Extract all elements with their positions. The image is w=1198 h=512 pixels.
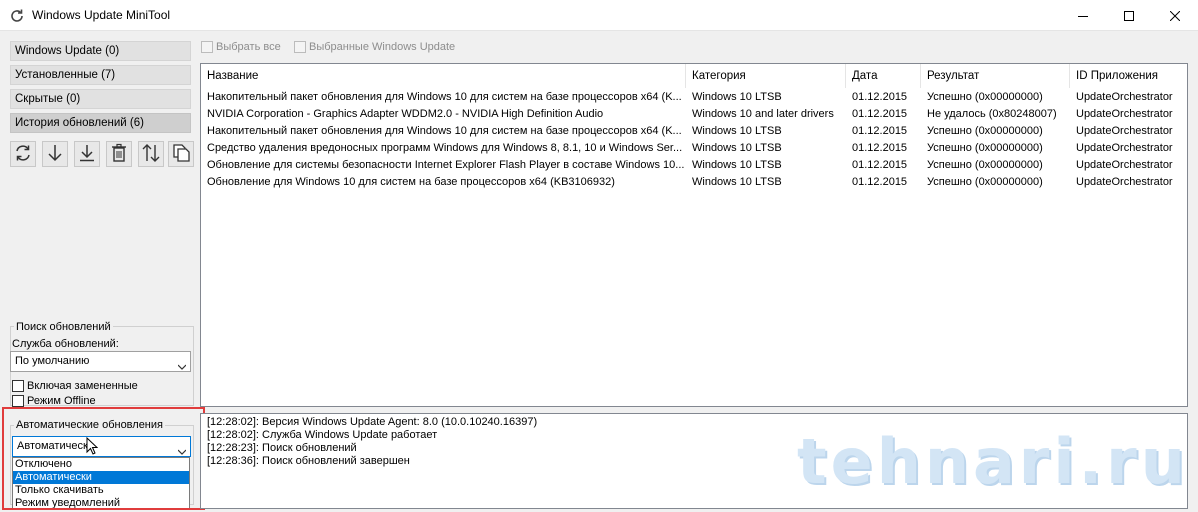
dropdown-option-notify[interactable]: Режим уведомлений [13, 497, 189, 510]
select-all-checkbox[interactable] [201, 41, 213, 53]
log-line: [12:28:36]: Поиск обновлений завершен [207, 455, 410, 467]
maximize-button[interactable] [1106, 0, 1152, 31]
include-replaced-label: Включая замененные [27, 380, 138, 392]
cell-result: Успешно (0x00000000) [927, 91, 1043, 103]
cell-category: Windows 10 LTSB [692, 91, 782, 103]
column-header-name[interactable]: Название [201, 64, 686, 88]
cell-date: 01.12.2015 [852, 108, 908, 120]
maximize-icon [1124, 10, 1134, 21]
close-icon [1170, 10, 1180, 21]
cell-result: Успешно (0x00000000) [927, 176, 1043, 188]
sidebar-item-hidden[interactable]: Скрытые (0) [10, 89, 191, 109]
cell-app-id: UpdateOrchestrator [1076, 142, 1173, 154]
cell-date: 01.12.2015 [852, 91, 908, 103]
cell-name: Обновление для Windows 10 для систем на … [207, 176, 615, 188]
cell-category: Windows 10 LTSB [692, 176, 782, 188]
sidebar-item-installed[interactable]: Установленные (7) [10, 65, 191, 85]
refresh-icon [13, 143, 33, 166]
cell-app-id: UpdateOrchestrator [1076, 108, 1173, 120]
cell-category: Windows 10 LTSB [692, 142, 782, 154]
selected-updates-label: Выбранные Windows Update [309, 41, 456, 53]
download-button[interactable] [42, 141, 68, 167]
cell-date: 01.12.2015 [852, 176, 908, 188]
cell-date: 01.12.2015 [852, 142, 908, 154]
log-panel: [12:28:02]: Версия Windows Update Agent:… [200, 413, 1188, 509]
table-row[interactable]: Средство удаления вредоносных программ W… [201, 140, 1187, 157]
install-button[interactable] [74, 141, 100, 167]
delete-button[interactable] [106, 141, 132, 167]
dropdown-option-automatic[interactable]: Автоматически [13, 471, 189, 484]
select-all-label: Выбрать все [216, 41, 281, 53]
service-select[interactable]: По умолчанию [10, 351, 191, 372]
column-header-date[interactable]: Дата [846, 64, 921, 88]
cell-name: Накопительный пакет обновления для Windo… [207, 125, 682, 137]
offline-mode-label: Режим Offline [27, 395, 96, 407]
table-row[interactable]: Обновление для Windows 10 для систем на … [201, 174, 1187, 191]
refresh-button[interactable] [10, 141, 36, 167]
cell-category: Windows 10 LTSB [692, 159, 782, 171]
cell-name: Обновление для системы безопасности Inte… [207, 159, 685, 171]
auto-updates-select[interactable]: Автоматически [12, 436, 191, 457]
watermark: tehnari.ru [797, 425, 1189, 498]
offline-mode-checkbox[interactable] [12, 395, 24, 407]
service-label: Служба обновлений: [12, 338, 119, 350]
column-header-app-id[interactable]: ID Приложения [1070, 64, 1187, 88]
service-value: По умолчанию [15, 355, 90, 367]
cell-app-id: UpdateOrchestrator [1076, 125, 1173, 137]
cell-result: Не удалось (0x80248007) [927, 108, 1057, 120]
cell-name: NVIDIA Corporation - Graphics Adapter WD… [207, 108, 604, 120]
cell-date: 01.12.2015 [852, 159, 908, 171]
table-row[interactable]: Обновление для системы безопасности Inte… [201, 157, 1187, 174]
updates-table: Название Категория Дата Результат ID При… [200, 63, 1188, 407]
cell-app-id: UpdateOrchestrator [1076, 91, 1173, 103]
title-bar: Windows Update MiniTool [0, 0, 1198, 31]
cell-name: Накопительный пакет обновления для Windo… [207, 91, 682, 103]
log-line: [12:28:02]: Версия Windows Update Agent:… [207, 416, 538, 428]
cell-result: Успешно (0x00000000) [927, 159, 1043, 171]
column-header-category[interactable]: Категория [686, 64, 846, 88]
cell-result: Успешно (0x00000000) [927, 142, 1043, 154]
cell-app-id: UpdateOrchestrator [1076, 159, 1173, 171]
search-group-title: Поиск обновлений [14, 321, 113, 333]
window-title: Windows Update MiniTool [32, 8, 171, 22]
selected-updates-checkbox[interactable] [294, 41, 306, 53]
sidebar-item-windows-update[interactable]: Windows Update (0) [10, 41, 191, 61]
chevron-down-icon [177, 358, 187, 370]
sort-icon [141, 143, 161, 166]
log-line: [12:28:23]: Поиск обновлений [207, 442, 357, 454]
install-icon [77, 143, 97, 166]
sidebar-item-history[interactable]: История обновлений (6) [10, 113, 191, 133]
include-replaced-checkbox[interactable] [12, 380, 24, 392]
cell-app-id: UpdateOrchestrator [1076, 176, 1173, 188]
minimize-button[interactable] [1060, 0, 1106, 31]
dropdown-option-disabled[interactable]: Отключено [13, 458, 189, 471]
cell-category: Windows 10 LTSB [692, 125, 782, 137]
dropdown-option-download-only[interactable]: Только скачивать [13, 484, 189, 497]
cell-category: Windows 10 and later drivers [692, 108, 834, 120]
copy-icon [171, 143, 191, 166]
app-refresh-icon [9, 8, 25, 24]
copy-button[interactable] [168, 141, 194, 167]
cell-date: 01.12.2015 [852, 125, 908, 137]
auto-updates-dropdown: Отключено Автоматически Только скачивать… [12, 457, 190, 509]
table-row[interactable]: Накопительный пакет обновления для Windo… [201, 89, 1187, 106]
table-row[interactable]: NVIDIA Corporation - Graphics Adapter WD… [201, 106, 1187, 123]
log-line: [12:28:02]: Служба Windows Update работа… [207, 429, 438, 441]
cell-result: Успешно (0x00000000) [927, 125, 1043, 137]
close-button[interactable] [1152, 0, 1198, 31]
chevron-down-icon [177, 443, 187, 455]
auto-updates-title: Автоматические обновления [14, 419, 165, 431]
download-icon [45, 143, 65, 166]
column-header-result[interactable]: Результат [921, 64, 1070, 88]
minimize-icon [1078, 11, 1088, 21]
mouse-cursor-icon [86, 436, 99, 458]
cell-name: Средство удаления вредоносных программ W… [207, 142, 683, 154]
auto-updates-value: Автоматически [17, 440, 94, 452]
trash-icon [109, 143, 129, 166]
sort-button[interactable] [138, 141, 164, 167]
table-row[interactable]: Накопительный пакет обновления для Windo… [201, 123, 1187, 140]
